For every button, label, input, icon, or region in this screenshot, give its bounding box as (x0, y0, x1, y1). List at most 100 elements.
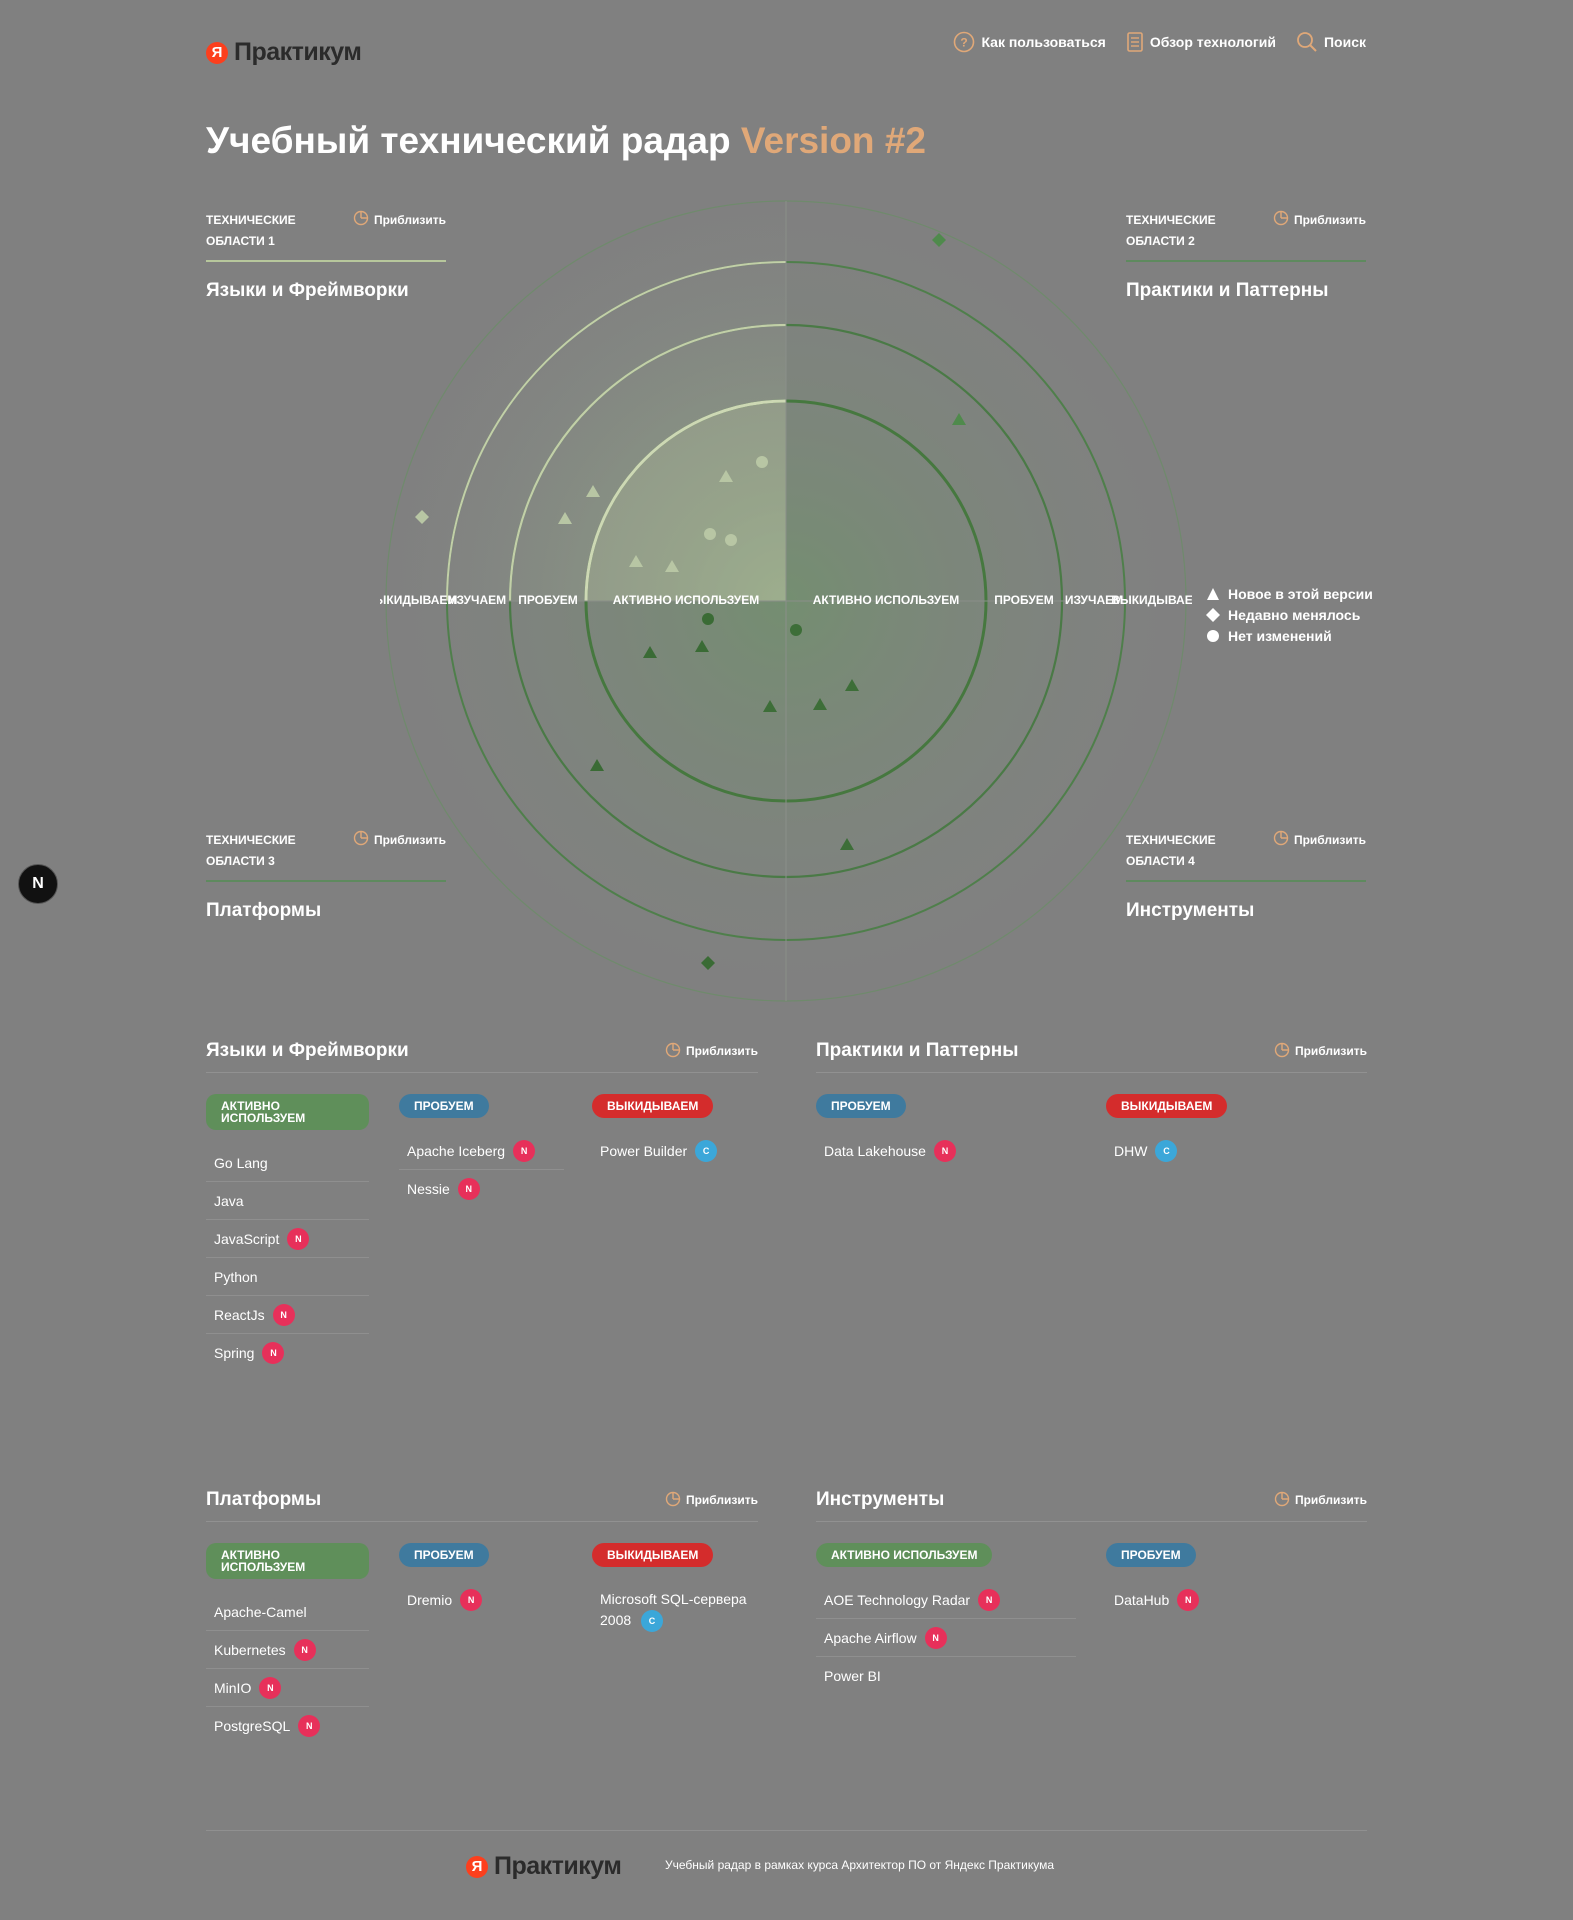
dev-tools-badge[interactable]: N (18, 864, 58, 904)
list-item[interactable]: AOE Technology Radar N (816, 1581, 1076, 1619)
list-item[interactable]: ReactJs N (206, 1296, 369, 1334)
new-badge: N (259, 1676, 282, 1699)
ring-pill-hold[interactable]: Выкидываем (592, 1094, 714, 1118)
nav-label: Поиск (1323, 34, 1366, 50)
new-badge: N (933, 1139, 956, 1162)
blip-circle[interactable] (756, 456, 768, 468)
nav-tech-overview[interactable]: Обзор технологий (1126, 31, 1276, 53)
list-item[interactable]: Apache Iceberg N (399, 1132, 564, 1170)
svg-text:?: ? (961, 36, 968, 50)
item-name: MinIO (214, 1679, 252, 1696)
list-item[interactable]: Power BI (816, 1657, 1076, 1694)
nav-how-to-use[interactable]: ? Как пользоваться (953, 31, 1106, 53)
tech-radar: ЫКИДЫВАЕМ ИЗУЧАЕМ ПРОБУЕМ АКТИВНО ИСПОЛЬ… (380, 200, 1192, 1002)
ring-column-trial: Пробуем DataHub N (1106, 1543, 1366, 1618)
ring-column-trial: Пробуем Dremio N (399, 1543, 564, 1618)
new-badge: N (293, 1638, 316, 1661)
section-practices: Практики и Паттерны Приблизить (816, 1040, 1367, 1073)
list-item[interactable]: MinIO N (206, 1669, 369, 1707)
list-item[interactable]: Power Builder C (592, 1132, 757, 1169)
ring-column-trial: Пробуем Apache Iceberg N Nessie N (399, 1094, 564, 1207)
ring-pill-adopt[interactable]: Активно используем (206, 1543, 369, 1579)
item-name: ReactJs (214, 1306, 265, 1323)
pie-chart-icon (665, 1491, 681, 1510)
list-item[interactable]: Data Lakehouse N (816, 1132, 1076, 1169)
new-badge: N (460, 1588, 483, 1611)
blip-circle[interactable] (725, 534, 737, 546)
item-name: DHW (1114, 1142, 1148, 1159)
list-item[interactable]: DHW C (1106, 1132, 1366, 1169)
ring-pill-adopt[interactable]: Активно используем (206, 1094, 369, 1130)
ring-pill-trial[interactable]: Пробуем (399, 1543, 489, 1567)
section-platforms: Платформы Приблизить (206, 1489, 758, 1522)
ring-column-adopt: Активно используем Apache-Camel Kubernet… (206, 1543, 369, 1744)
list-item[interactable]: PostgreSQL N (206, 1707, 369, 1744)
list-item[interactable]: Dremio N (399, 1581, 564, 1618)
list-item[interactable]: Python (206, 1258, 369, 1296)
legend-label: Недавно менялось (1228, 606, 1361, 623)
zoom-button[interactable]: Приблизить (665, 1042, 758, 1061)
section-tools: Инструменты Приблизить (816, 1489, 1367, 1522)
item-name: Apache Iceberg (407, 1142, 506, 1159)
new-badge: N (924, 1626, 947, 1649)
nav-search[interactable]: Поиск (1296, 31, 1366, 53)
title-version: Version #2 (740, 120, 926, 161)
ring-label-right-adopt: АКТИВНО ИСПОЛЬЗУЕМ (813, 593, 959, 607)
zoom-button[interactable]: Приблизить (1273, 830, 1366, 849)
footer-logo[interactable]: Я Практикум (466, 1852, 622, 1881)
list-item[interactable]: Apache-Camel (206, 1593, 369, 1631)
item-name: Apache-Camel (214, 1603, 307, 1620)
list-item[interactable]: Apache Airflow N (816, 1619, 1076, 1657)
yandex-logo-icon: Я (466, 1855, 488, 1878)
item-name: Power Builder (600, 1142, 688, 1159)
legend-unchanged: Нет изменений (1206, 625, 1373, 646)
ring-label-right-trial: ПРОБУЕМ (994, 593, 1054, 607)
item-name: AOE Technology Radar (824, 1591, 971, 1608)
pie-chart-icon (353, 210, 369, 229)
list-item[interactable]: Microsoft SQL-сервера 2008 C (592, 1581, 767, 1640)
item-name: Go Lang (214, 1154, 268, 1171)
pie-chart-icon (1274, 1042, 1290, 1061)
changed-badge: C (695, 1139, 718, 1162)
item-name: DataHub (1114, 1591, 1170, 1608)
zoom-button[interactable]: Приблизить (665, 1491, 758, 1510)
list-item[interactable]: Go Lang (206, 1144, 369, 1182)
legend-label: Новое в этой версии (1228, 585, 1373, 602)
list-item[interactable]: Java (206, 1182, 369, 1220)
blip-circle[interactable] (790, 624, 802, 636)
ring-pill-hold[interactable]: Выкидываем (1106, 1094, 1228, 1118)
practicum-logo[interactable]: Я Практикум (206, 38, 362, 67)
ring-pill-adopt[interactable]: Активно используем (816, 1543, 993, 1567)
blip-circle[interactable] (702, 613, 714, 625)
list-item[interactable]: Nessie N (399, 1170, 564, 1207)
ring-pill-trial[interactable]: Пробуем (399, 1094, 489, 1118)
ring-column-trial: Пробуем Data Lakehouse N (816, 1094, 1076, 1169)
section-title: Языки и Фреймворки (206, 1040, 409, 1061)
ring-pill-trial[interactable]: Пробуем (1106, 1543, 1196, 1567)
new-badge: N (272, 1303, 295, 1326)
ring-column-hold: Выкидываем DHW C (1106, 1094, 1366, 1169)
blip-circle[interactable] (704, 528, 716, 540)
ring-pill-trial[interactable]: Пробуем (816, 1094, 906, 1118)
list-item[interactable]: DataHub N (1106, 1581, 1366, 1618)
page-title: Учебный технический радар Version #2 (206, 120, 926, 162)
section-header: Практики и Паттерны Приблизить (816, 1040, 1367, 1073)
zoom-button[interactable]: Приблизить (1274, 1491, 1367, 1510)
item-name: Python (214, 1268, 258, 1285)
zoom-button[interactable]: Приблизить (1273, 210, 1366, 229)
ring-pill-hold[interactable]: Выкидываем (592, 1543, 714, 1567)
pie-chart-icon (353, 830, 369, 849)
quadrant-label: Технические области 3 (206, 833, 296, 868)
zoom-button[interactable]: Приблизить (1274, 1042, 1367, 1061)
footer-text: Учебный радар в рамках курса Архитектор … (665, 1858, 1055, 1872)
yandex-logo-icon: Я (206, 41, 228, 64)
item-name: Nessie (407, 1180, 450, 1197)
section-header: Инструменты Приблизить (816, 1489, 1367, 1522)
changed-badge: C (641, 1610, 664, 1633)
list-item[interactable]: Spring N (206, 1334, 369, 1371)
pie-chart-icon (1274, 1491, 1290, 1510)
list-item[interactable]: Kubernetes N (206, 1631, 369, 1669)
ring-label-left-trial: ПРОБУЕМ (518, 593, 578, 607)
changed-badge: C (1155, 1139, 1178, 1162)
list-item[interactable]: JavaScript N (206, 1220, 369, 1258)
